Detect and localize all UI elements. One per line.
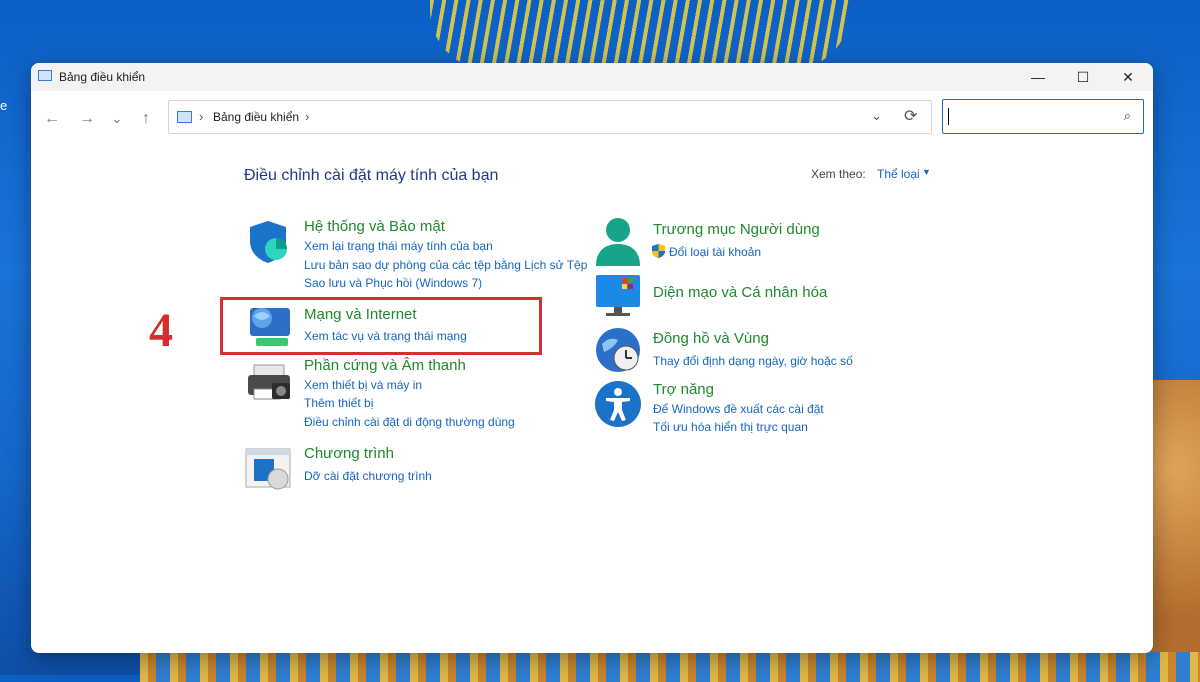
category-clock-region[interactable]: Đồng hồ và Vùng <box>653 330 769 347</box>
window-title: Bảng điều khiển <box>59 70 146 84</box>
category-user-accounts[interactable]: Trương mục Người dùng <box>653 221 820 238</box>
link-uninstall-program[interactable]: Dỡ cài đặt chương trình <box>304 469 432 483</box>
link-review-status[interactable]: Xem lại trạng thái máy tính của bạn <box>304 239 493 253</box>
text-caret <box>948 108 949 125</box>
category-ease-of-access[interactable]: Trợ năng <box>653 381 714 398</box>
link-mobility-settings[interactable]: Điều chỉnh cài đặt di động thường dùng <box>304 415 515 429</box>
step-number: 4 <box>149 304 173 357</box>
control-panel-window: Bảng điều khiển — ☐ ✕ ← → ⌄ ↑ › Bảng điề… <box>31 63 1153 653</box>
user-icon[interactable] <box>594 216 642 268</box>
programs-icon[interactable] <box>244 445 294 491</box>
breadcrumb-chevron-icon[interactable]: › <box>305 109 309 124</box>
link-let-windows-suggest[interactable]: Để Windows đề xuất các cài đặt <box>653 402 824 416</box>
recent-locations-icon[interactable]: ⌄ <box>105 107 129 131</box>
up-arrow-icon[interactable]: ↑ <box>134 107 158 131</box>
forward-arrow-icon[interactable]: → <box>75 107 99 131</box>
page-title: Điều chỉnh cài đặt máy tính của bạn <box>244 167 499 184</box>
chevron-down-icon[interactable]: ⌄ <box>871 108 882 124</box>
shield-icon[interactable] <box>244 217 292 265</box>
category-hardware-sound[interactable]: Phần cứng và Âm thanh <box>304 357 466 374</box>
view-by-label: Xem theo: <box>811 167 866 181</box>
title-bar: Bảng điều khiển — ☐ ✕ <box>31 63 1153 91</box>
maximize-button[interactable]: ☐ <box>1060 63 1106 91</box>
control-panel-icon <box>38 70 52 81</box>
desktop-edge-text: e <box>0 98 8 113</box>
accessibility-icon[interactable] <box>594 380 644 430</box>
link-devices-printers[interactable]: Xem thiết bị và máy in <box>304 378 422 392</box>
clock-globe-icon[interactable] <box>594 326 644 376</box>
back-arrow-icon[interactable]: ← <box>40 107 64 131</box>
link-backup-restore[interactable]: Sao lưu và Phục hồi (Windows 7) <box>304 276 482 290</box>
address-bar[interactable]: › Bảng điều khiển › ⌄ ⟳ <box>168 100 932 134</box>
link-change-date-format[interactable]: Thay đổi định dạng ngày, giờ hoặc số <box>653 354 853 368</box>
background-coral-right <box>1150 380 1200 675</box>
printer-icon[interactable] <box>244 359 294 409</box>
category-programs[interactable]: Chương trình <box>304 445 394 462</box>
refresh-icon[interactable]: ⟳ <box>904 106 917 126</box>
link-file-history[interactable]: Lưu bản sao dự phòng của các tệp bằng Lị… <box>304 258 587 272</box>
control-panel-icon <box>177 111 192 123</box>
breadcrumb-item[interactable]: Bảng điều khiển <box>213 110 299 124</box>
monitor-icon[interactable] <box>594 273 644 319</box>
breadcrumb-chevron-icon[interactable]: › <box>199 109 203 124</box>
link-change-account-type[interactable]: Đổi loại tài khoản <box>669 245 761 259</box>
link-add-device[interactable]: Thêm thiết bị <box>304 396 373 410</box>
background-coral-bottom <box>140 652 1200 682</box>
category-appearance-personalization[interactable]: Diện mạo và Cá nhân hóa <box>653 284 827 301</box>
link-optimize-visual-display[interactable]: Tối ưu hóa hiển thị trực quan <box>653 420 808 434</box>
navigation-bar: ← → ⌄ ↑ › Bảng điều khiển › ⌄ ⟳ ⌕ <box>31 91 1153 143</box>
search-icon[interactable]: ⌕ <box>1124 108 1131 124</box>
minimize-button[interactable]: — <box>1015 63 1061 91</box>
highlight-box <box>220 297 542 355</box>
search-input[interactable]: ⌕ <box>942 99 1144 134</box>
category-system-security[interactable]: Hệ thống và Bảo mật <box>304 218 445 235</box>
uac-shield-icon <box>652 244 665 258</box>
close-button[interactable]: ✕ <box>1105 63 1151 91</box>
background-coral <box>430 0 850 70</box>
view-by-dropdown[interactable]: Thể loại <box>877 167 920 181</box>
caret-down-icon[interactable]: ▼ <box>922 167 931 177</box>
